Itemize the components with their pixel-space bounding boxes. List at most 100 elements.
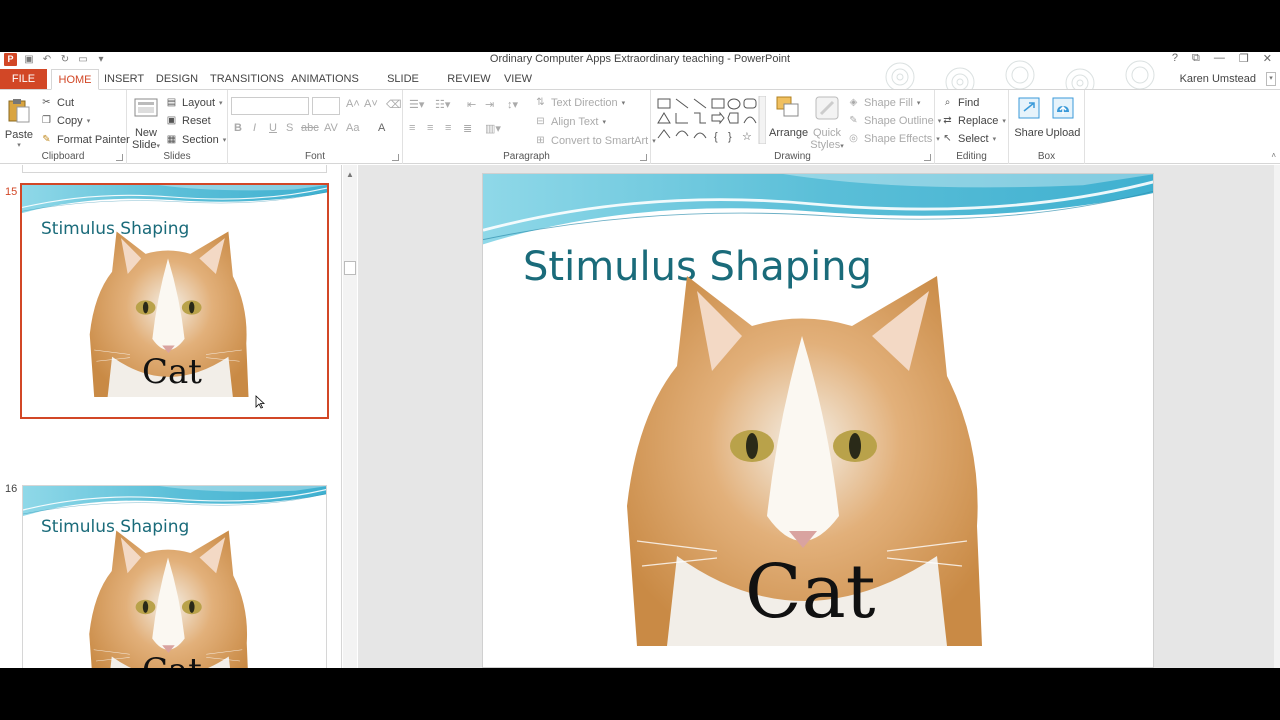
underline-icon[interactable]: U [269, 122, 277, 134]
font-name-combo[interactable] [231, 97, 309, 115]
cut-label: Cut [57, 96, 75, 109]
tab-home[interactable]: HOME [51, 69, 99, 90]
justify-icon[interactable]: ≣ [463, 122, 472, 135]
paste-label: Paste [4, 129, 34, 141]
reset-button[interactable]: ▣ Reset [165, 114, 211, 127]
shape-fill-label: Shape Fill [864, 96, 913, 109]
format-painter-button[interactable]: ✎ Format Painter [40, 133, 129, 146]
increase-font-size-icon[interactable]: A˄ [346, 98, 360, 110]
account-dropdown-icon[interactable]: ▾ [1266, 72, 1276, 86]
scrollbar-thumb[interactable] [344, 261, 356, 275]
quick-access-toolbar: P ▣ ↶ ↻ ▭ ▾ [4, 53, 107, 66]
powerpoint-app-icon[interactable]: P [4, 53, 17, 66]
font-size-combo[interactable] [312, 97, 340, 115]
window-controls: ? ⧉ — ❐ ✕ [1172, 52, 1272, 65]
group-box: Share Upload Box [1009, 90, 1085, 164]
find-button[interactable]: ⌕ Find [941, 96, 980, 109]
current-slide[interactable]: Stimulus Shaping Cat [482, 173, 1154, 668]
bullets-icon[interactable]: ☰▾ [409, 98, 424, 111]
copy-dropdown-icon[interactable]: ▾ [87, 117, 91, 125]
quick-styles-button[interactable]: Quick Styles▾ [809, 94, 845, 151]
tab-slide-show[interactable]: SLIDE SHOW [370, 69, 436, 105]
tab-file[interactable]: FILE [0, 69, 47, 89]
decrease-indent-icon[interactable]: ⇤ [467, 98, 476, 111]
slide-16-thumbnail[interactable]: Stimulus Shaping Cat [22, 485, 327, 668]
line-spacing-icon[interactable]: ↕▾ [507, 98, 518, 111]
new-slide-label-1: New [134, 127, 157, 139]
copy-button[interactable]: ❐ Copy ▾ [40, 114, 90, 127]
undo-icon[interactable]: ↶ [41, 54, 53, 66]
clear-formatting-icon[interactable]: ⌫ [386, 98, 402, 111]
change-case-icon[interactable]: Aa [346, 122, 359, 134]
slide-caption[interactable]: Cat [745, 549, 875, 635]
restore-icon[interactable]: ❐ [1239, 52, 1249, 65]
select-dropdown-icon: ▾ [992, 135, 997, 143]
new-slide-button[interactable]: New Slide▾ [131, 94, 161, 151]
tab-design[interactable]: DESIGN [155, 69, 199, 89]
paragraph-launcher-icon[interactable] [640, 154, 647, 161]
start-from-beginning-icon[interactable]: ▭ [77, 54, 89, 66]
section-button[interactable]: ▦ Section ▾ [165, 133, 226, 146]
tab-insert[interactable]: INSERT [104, 69, 144, 89]
columns-icon[interactable]: ▥▾ [485, 122, 501, 135]
paste-dropdown-icon[interactable]: ▾ [4, 141, 34, 149]
ribbon-display-options-icon[interactable]: ⧉ [1192, 52, 1200, 65]
shape-outline-button[interactable]: ✎ Shape Outline ▾ [847, 114, 941, 127]
upload-button[interactable]: Upload [1045, 94, 1081, 139]
strikethrough-icon[interactable]: abc [301, 122, 319, 134]
italic-icon[interactable]: I [253, 122, 256, 134]
drawing-launcher-icon[interactable] [924, 154, 931, 161]
text-shadow-icon[interactable]: S [286, 122, 293, 134]
arrange-icon [776, 96, 799, 117]
ribbon-home: Paste ▾ ✂ Cut ❐ Copy ▾ ✎ Format Painter Clip… [0, 89, 1280, 164]
font-color-icon[interactable]: A [378, 122, 385, 134]
minimize-icon[interactable]: — [1214, 52, 1225, 65]
tab-view[interactable]: VIEW [500, 69, 536, 89]
layout-button[interactable]: ▤ Layout ▾ [165, 96, 223, 109]
shape-fill-button[interactable]: ◈ Shape Fill ▾ [847, 96, 921, 109]
decrease-font-size-icon[interactable]: A˅ [364, 98, 378, 110]
scroll-up-icon[interactable]: ▲ [346, 170, 354, 179]
section-dropdown-icon: ▾ [222, 136, 227, 144]
customize-qat-icon[interactable]: ▾ [95, 54, 107, 66]
select-button[interactable]: ↖ Select ▾ [941, 132, 996, 145]
text-direction-dropdown-icon: ▾ [621, 99, 626, 107]
align-center-icon[interactable]: ≡ [427, 122, 433, 134]
convert-smartart-button[interactable]: ⊞ Convert to SmartArt ▾ [534, 134, 655, 147]
editor-scrollbar[interactable] [1274, 165, 1280, 668]
user-name[interactable]: Karen Umstead [1180, 69, 1256, 89]
align-text-button[interactable]: ⊟ Align Text ▾ [534, 115, 606, 128]
collapse-ribbon-icon[interactable]: ˄ [1271, 151, 1276, 160]
reset-label: Reset [182, 114, 211, 127]
slide-editor: Stimulus Shaping Cat [358, 165, 1274, 668]
character-spacing-icon[interactable]: AV [324, 122, 338, 134]
redo-icon[interactable]: ↻ [59, 54, 71, 66]
mouse-pointer-icon [255, 395, 265, 409]
tab-review[interactable]: REVIEW [447, 69, 491, 89]
increase-indent-icon[interactable]: ⇥ [485, 98, 494, 111]
layout-label: Layout [182, 96, 216, 109]
tab-transitions[interactable]: TRANSITIONS [210, 69, 284, 89]
close-icon[interactable]: ✕ [1263, 52, 1272, 65]
paste-button[interactable]: Paste ▾ [4, 96, 34, 149]
font-launcher-icon[interactable] [392, 154, 399, 161]
paintbrush-icon: ✎ [42, 134, 51, 145]
slide-15-thumbnail[interactable]: Stimulus Shaping Cat [20, 183, 329, 419]
find-label: Find [958, 96, 980, 109]
shape-effects-button[interactable]: ◎ Shape Effects ▾ [847, 132, 940, 145]
clipboard-launcher-icon[interactable] [116, 154, 123, 161]
align-right-icon[interactable]: ≡ [445, 122, 451, 134]
arrange-button[interactable]: Arrange [769, 94, 808, 139]
bold-icon[interactable]: B [234, 122, 242, 134]
tab-animations[interactable]: ANIMATIONS [290, 69, 360, 89]
share-button[interactable]: Share [1013, 94, 1045, 139]
numbering-icon[interactable]: ☷▾ [435, 98, 450, 111]
replace-button[interactable]: ⇄ Replace ▾ [941, 114, 1006, 127]
save-icon[interactable]: ▣ [23, 54, 35, 66]
shapes-gallery[interactable]: {} ☆ [656, 96, 766, 144]
text-direction-button[interactable]: ⇅ Text Direction ▾ [534, 96, 625, 109]
slide-14-thumbnail-edge[interactable] [22, 165, 327, 173]
thumbnail-scrollbar[interactable]: ▲ [343, 165, 357, 668]
align-left-icon[interactable]: ≡ [409, 122, 415, 134]
cut-button[interactable]: ✂ Cut [40, 96, 74, 109]
